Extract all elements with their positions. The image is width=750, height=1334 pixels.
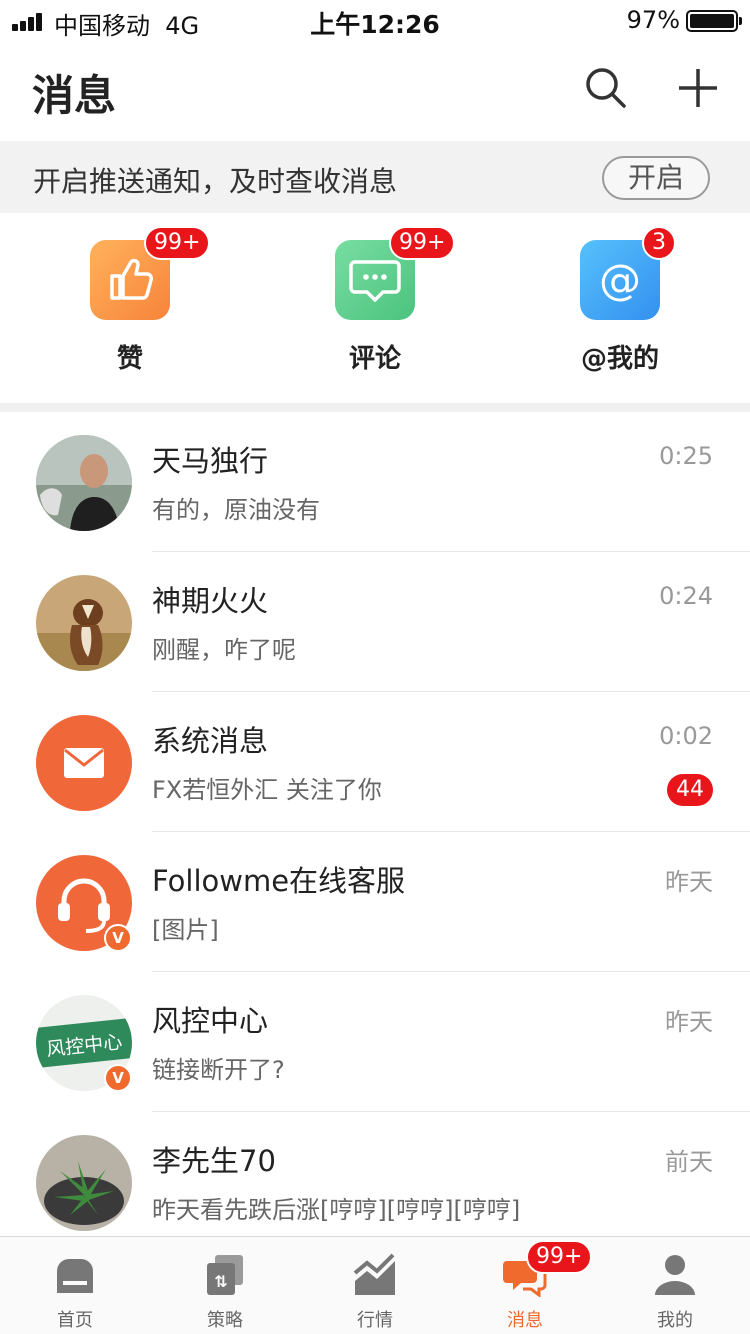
- status-bar: 中国移动 4G 上午12:26 97%: [0, 0, 750, 40]
- verified-badge: V: [104, 924, 132, 952]
- comments-badge: 99+: [389, 226, 456, 260]
- category-mentions[interactable]: @ 3 @我的: [540, 213, 700, 403]
- tab-label: 策略: [207, 1310, 243, 1331]
- battery-icon: [686, 10, 742, 32]
- messages-tab-badge: 99+: [526, 1240, 593, 1274]
- chat-time: 昨天: [665, 1008, 713, 1036]
- tab-strategy[interactable]: ⇅ 策略: [150, 1237, 300, 1334]
- verified-badge: V: [104, 1064, 132, 1092]
- home-icon: [53, 1253, 97, 1297]
- strategy-icon: ⇅: [203, 1253, 247, 1297]
- category-label: 赞: [116, 344, 143, 374]
- enable-push-button[interactable]: 开启: [602, 156, 710, 200]
- push-notification-banner: 开启推送通知，及时查收消息 开启: [0, 141, 750, 213]
- header: 消息: [0, 40, 750, 140]
- chat-preview: 链接断开了?: [152, 1056, 285, 1084]
- chat-name: Followme在线客服: [152, 864, 406, 898]
- chat-item[interactable]: 李先生70 昨天看先跌后涨[哼哼][哼哼][哼哼] 前天: [0, 1112, 750, 1236]
- likes-badge: 99+: [144, 226, 211, 260]
- chat-name: 风控中心: [152, 1004, 269, 1038]
- chat-list: 天马独行 有的，原油没有 0:25 神期火火 刚醒，咋了呢 0:24 系统消息 …: [0, 412, 750, 1236]
- tab-messages[interactable]: 99+ 消息: [450, 1237, 600, 1334]
- chat-name: 系统消息: [152, 724, 269, 758]
- chat-time: 昨天: [665, 868, 713, 896]
- category-label: @我的: [580, 344, 659, 374]
- chat-preview: 昨天看先跌后涨[哼哼][哼哼][哼哼]: [152, 1196, 521, 1224]
- chat-time: 0:02: [659, 722, 713, 750]
- avatar: [36, 435, 132, 531]
- chat-name: 李先生70: [152, 1144, 276, 1178]
- chat-item[interactable]: 天马独行 有的，原油没有 0:25: [0, 412, 750, 552]
- tab-label: 行情: [357, 1310, 393, 1331]
- mail-icon: [36, 715, 132, 811]
- push-banner-text: 开启推送通知，及时查收消息: [33, 165, 398, 198]
- chat-item[interactable]: 神期火火 刚醒，咋了呢 0:24: [0, 552, 750, 692]
- tab-home[interactable]: 首页: [0, 1237, 150, 1334]
- profile-icon: [653, 1253, 697, 1297]
- category-label: 评论: [348, 344, 401, 374]
- tab-label: 首页: [57, 1310, 93, 1331]
- unread-badge: 44: [667, 774, 713, 806]
- battery-percent: 97%: [626, 6, 680, 34]
- category-likes[interactable]: 99+ 赞: [50, 213, 211, 403]
- avatar: [36, 1135, 132, 1231]
- tab-bar: 首页 ⇅ 策略 行情 99+ 消息 我的: [0, 1236, 750, 1334]
- tab-label: 我的: [657, 1310, 693, 1331]
- search-icon[interactable]: [582, 64, 630, 112]
- chat-time: 0:25: [659, 442, 713, 470]
- chat-item[interactable]: 风控中心 V 风控中心 链接断开了? 昨天: [0, 972, 750, 1112]
- mentions-badge: 3: [642, 226, 676, 260]
- tab-label: 消息: [507, 1310, 543, 1331]
- avatar: [36, 575, 132, 671]
- chat-time: 0:24: [659, 582, 713, 610]
- plus-icon[interactable]: [674, 64, 722, 112]
- market-chart-icon: [353, 1253, 397, 1297]
- message-categories: 99+ 赞 99+ 评论 @ 3 @我的: [0, 213, 750, 403]
- tab-profile[interactable]: 我的: [600, 1237, 750, 1334]
- svg-text:⇅: ⇅: [214, 1272, 227, 1291]
- chat-item[interactable]: V Followme在线客服 [图片] 昨天: [0, 832, 750, 972]
- svg-text:@: @: [599, 255, 641, 304]
- section-divider: [0, 403, 750, 412]
- chat-name: 神期火火: [152, 584, 269, 618]
- chat-preview: 有的，原油没有: [152, 496, 320, 524]
- tab-market[interactable]: 行情: [300, 1237, 450, 1334]
- chat-time: 前天: [665, 1148, 713, 1176]
- chat-preview: 刚醒，咋了呢: [152, 636, 296, 664]
- chat-preview: FX若恒外汇 关注了你: [152, 776, 382, 804]
- category-comments[interactable]: 99+ 评论: [295, 213, 456, 403]
- chat-name: 天马独行: [152, 444, 269, 478]
- chat-preview: [图片]: [152, 916, 219, 944]
- chat-item[interactable]: 系统消息 FX若恒外汇 关注了你 0:02 44: [0, 692, 750, 832]
- page-title: 消息: [32, 71, 117, 120]
